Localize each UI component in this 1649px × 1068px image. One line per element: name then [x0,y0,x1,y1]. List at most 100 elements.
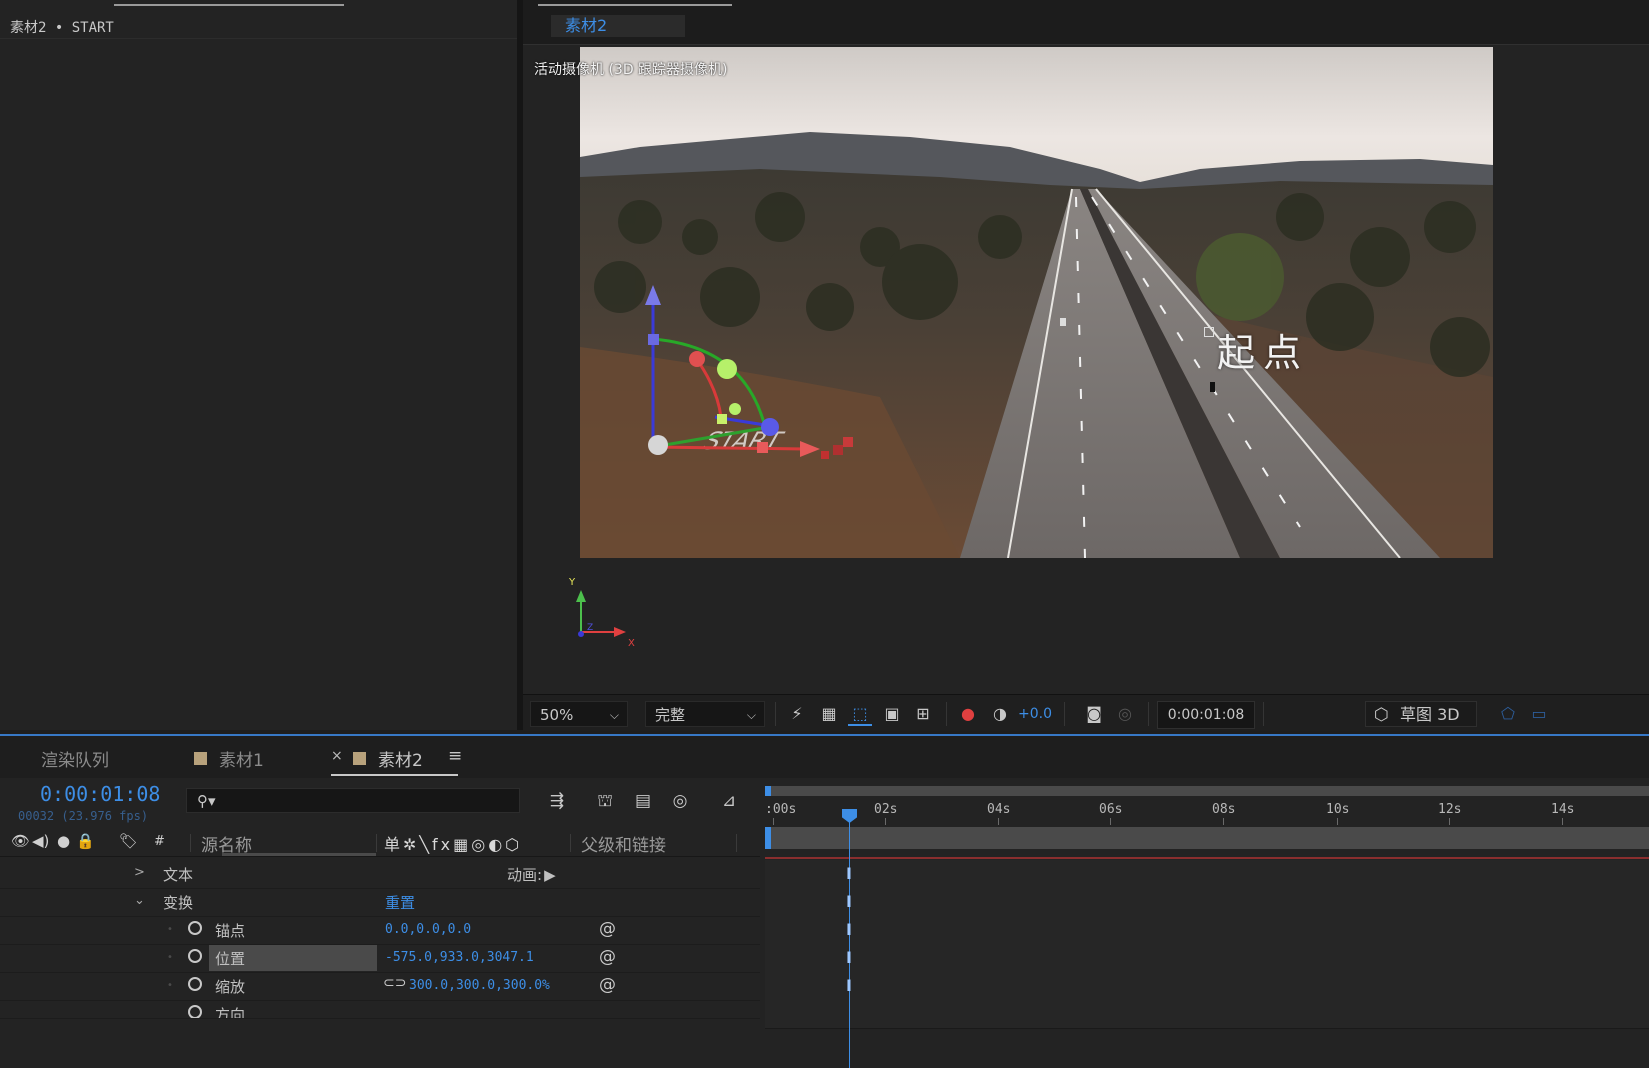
parent-link-header[interactable]: 父级和链接 [581,831,666,856]
3d-ground-plane-icon[interactable]: ⬠ [1496,702,1520,726]
property-row-text[interactable]: > 文本 动画: ▶ [0,860,760,889]
reset-link[interactable]: 重置 [385,892,415,913]
stopwatch-icon[interactable] [188,977,202,991]
stopwatch-icon[interactable] [188,1005,202,1018]
anchor-value[interactable]: 0.0,0.0,0.0 [385,922,471,937]
layer-search-input[interactable]: ⚲▾ [186,788,520,813]
exposure-reset-icon[interactable]: ◑ [988,702,1012,726]
x-scale-handle[interactable] [757,442,768,453]
solo-dot-icon[interactable]: ● [57,832,70,850]
tab-render-queue[interactable]: 渲染队列 [41,746,109,771]
y-rotation-handle[interactable] [761,418,779,436]
z-handle-small[interactable] [729,403,741,415]
svg-text:X: X [628,638,635,649]
time-ruler[interactable]: :00s 02s 04s 06s 08s 10s 12s 14s [765,782,1649,825]
layer-duration-bar[interactable] [765,827,1649,849]
ruler-label: 06s [1099,802,1123,817]
chevron-down-icon[interactable]: ⌄ [134,893,145,908]
lock-icon[interactable]: 🔒 [76,832,95,850]
rotate-ring-green[interactable] [652,337,767,428]
resolution-value: 完整 [655,706,686,724]
x-axis-handle[interactable] [652,445,806,451]
active-camera-label: 活动摄像机 (3D 跟踪器摄像机) [534,62,728,78]
position-value[interactable]: -575.0,933.0,3047.1 [385,950,534,965]
property-label: 文本 [163,866,194,884]
region-of-interest-icon[interactable]: ▣ [880,702,904,726]
viewer-toolbar: 50% ⌵ 完整 ⌵ ⚡ ▦ ⬚ ▣ ⊞ ● ◑ +0.0 ◙ ◎ 0:00:0… [523,694,1649,731]
panel-tab-indicator[interactable] [114,4,344,6]
video-eye-icon[interactable]: 👁 [11,832,30,850]
ruler-label: 12s [1438,802,1462,817]
work-area-start-handle[interactable] [765,786,771,796]
close-icon[interactable]: × [331,748,343,764]
label-tag-icon[interactable]: 🏷 [119,832,138,850]
cube-icon: ⬡ [1374,705,1389,725]
viewer-timecode[interactable]: 0:00:01:08 [1157,701,1255,729]
mask-path-visibility-icon[interactable]: ⬚ [848,702,872,726]
current-time-marker: I [846,948,852,967]
tab-composition-2[interactable]: 素材2 [353,746,423,771]
chevron-down-icon: ⌵ [746,708,756,722]
graph-editor-icon[interactable]: ⊿ [716,788,742,814]
chevron-right-icon[interactable]: > [134,865,145,880]
extended-viewer-icon[interactable]: ▭ [1527,702,1551,726]
constrain-link-icon[interactable]: ⊂⊃ [383,975,406,991]
audio-speaker-icon[interactable]: ◀) [32,832,49,850]
property-row-scale[interactable]: • 缩放 ⊂⊃ 300.0,300.0,300.0% @ [0,972,760,1001]
grid-guides-icon[interactable]: ⊞ [911,702,935,726]
current-time-display[interactable]: 0:00:01:08 [40,782,160,806]
property-label: 位置 [215,950,246,968]
text-layer-anchor-marker[interactable] [1204,327,1214,337]
draft-3d-icon[interactable]: ⛫ [592,788,618,814]
show-snapshot-icon[interactable]: ◎ [1113,702,1137,726]
timeline-tab-bar: 渲染队列 素材1 × 素材2 ≡ [0,736,1649,778]
z-scale-handle[interactable] [717,414,727,424]
property-row-transform[interactable]: ⌄ 变换 重置 [0,888,760,917]
comp-canvas[interactable]: 起点 START [580,47,1493,558]
y-axis-arrow-icon[interactable] [645,285,661,305]
channel-rgb-icon[interactable]: ● [956,702,980,726]
3d-transform-gizmo[interactable]: START [635,277,935,497]
chevron-down-icon: ⌵ [609,708,619,722]
tab-label: 渲染队列 [41,751,109,771]
effect-controls-title: 素材2 • START [10,20,114,36]
transparency-grid-icon[interactable]: ▦ [817,702,841,726]
property-row-orientation[interactable]: 方向 [0,1000,760,1019]
snapshot-camera-icon[interactable]: ◙ [1082,702,1106,726]
stopwatch-icon[interactable] [188,949,202,963]
svg-text:Z: Z [587,623,593,633]
tab-composition[interactable]: 素材2 [551,15,685,37]
gizmo-origin-handle[interactable] [648,435,668,455]
x-axis-arrow-icon[interactable] [800,441,820,457]
panel-menu-icon[interactable]: ≡ [448,746,462,766]
scene-text-qidian[interactable]: 起点 [1217,322,1309,377]
work-area-range-line [765,857,1649,859]
frame-blending-icon[interactable]: ▤ [630,788,656,814]
draft-3d-toggle[interactable]: ⬡ 草图 3D [1365,701,1477,727]
expression-spiral-icon[interactable]: @ [599,919,616,939]
property-label: 变换 [163,894,194,912]
expression-spiral-icon[interactable]: @ [599,947,616,967]
resolution-dropdown[interactable]: 完整 ⌵ [645,701,765,727]
work-area-bar[interactable] [765,786,1649,796]
y-scale-handle[interactable] [648,334,659,345]
world-axis-indicator: Y X Z [568,577,635,649]
expression-spiral-icon[interactable]: @ [599,975,616,995]
animate-menu[interactable]: 动画: ▶ [507,864,556,885]
timeline-panel: 渲染队列 素材1 × 素材2 ≡ 0:00:01:08 00032 (23.97… [0,734,1649,1068]
exposure-value[interactable]: +0.0 [1018,706,1052,722]
property-row-anchor[interactable]: • 锚点 0.0,0.0,0.0 @ [0,916,760,945]
motion-blur-icon[interactable]: ◎ [667,788,693,814]
tab-label: 素材1 [219,751,264,771]
composition-mini-flowchart-icon[interactable]: ⇶ [544,788,570,814]
property-row-position[interactable]: • 位置 -575.0,933.0,3047.1 @ [0,944,760,973]
tab-composition-1[interactable]: 素材1 [194,746,264,771]
scale-value[interactable]: 300.0,300.0,300.0% [409,978,550,993]
current-time-marker: I [846,864,852,883]
zoom-dropdown[interactable]: 50% ⌵ [530,701,628,727]
stopwatch-icon[interactable] [188,921,202,935]
layer-properties: > 文本 动画: ▶ ⌄ 变换 重置 • 锚点 0.0,0.0,0.0 @ • 位… [0,860,760,1068]
z-rotation-handle[interactable] [717,359,737,379]
fast-preview-icon[interactable]: ⚡ [785,702,809,726]
x-rotation-handle[interactable] [689,351,705,367]
